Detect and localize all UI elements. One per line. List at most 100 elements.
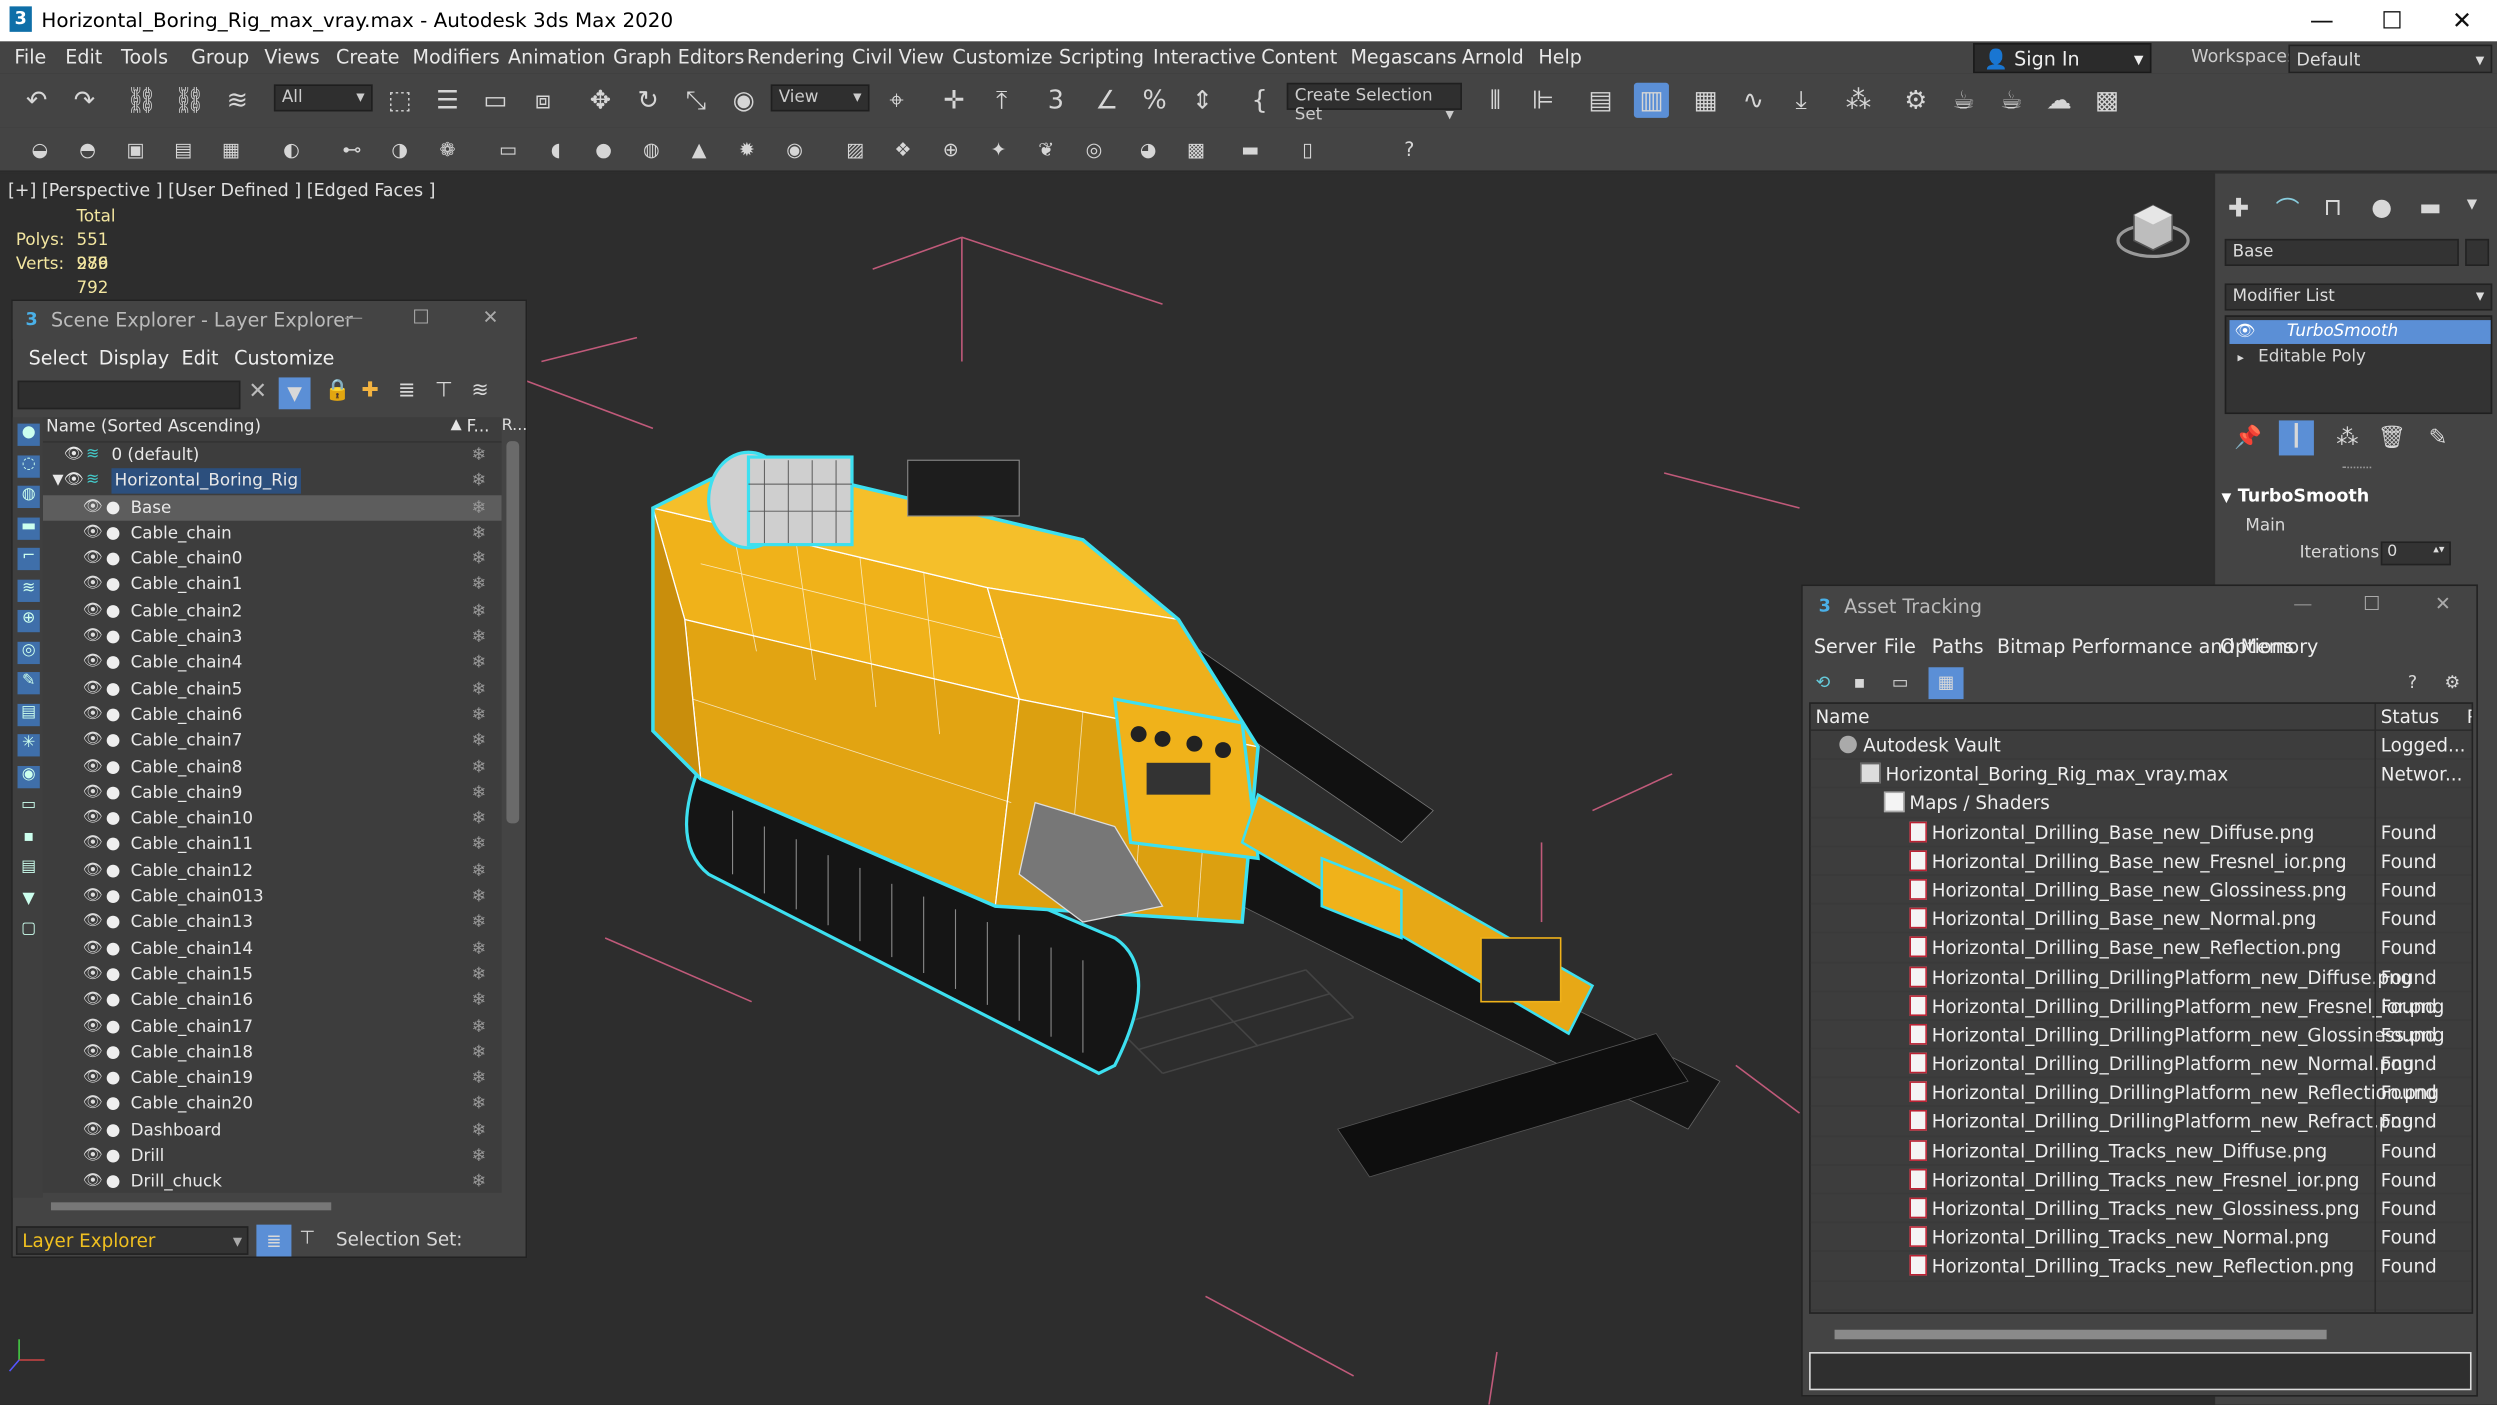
invert-display-icon[interactable]: ▤ (18, 858, 40, 880)
container-icon[interactable]: ▣ (121, 135, 150, 164)
edit-named-selection-icon[interactable]: { (1242, 83, 1277, 118)
layers-icon[interactable]: ≋ (471, 379, 488, 403)
column-r-header[interactable]: R... (502, 417, 528, 435)
iterations-spinner[interactable]: 0 ▴▾ (2380, 541, 2451, 566)
eye-icon[interactable]: 👁 (83, 1092, 103, 1117)
menu-tools[interactable]: Tools (121, 46, 168, 68)
spacewarp-icon[interactable]: ❖ (889, 135, 918, 164)
se-menu-customize[interactable]: Customize (234, 347, 334, 369)
geometry-filter-icon[interactable]: ● (17, 423, 40, 446)
eye-icon[interactable]: 👁 (83, 1040, 103, 1065)
eye-icon[interactable]: 👁 (83, 572, 103, 597)
asset-row[interactable]: Horizontal_Drilling_Tracks_new_Fresnel_i… (1810, 1165, 2472, 1195)
layer-list-item[interactable]: 👁 Cable_chain013 ❄ (43, 884, 502, 910)
align-icon[interactable]: ⊫ (1526, 83, 1561, 118)
table-view-icon[interactable]: ▦ (1928, 667, 1964, 700)
asset-status-field[interactable] (1809, 1352, 2472, 1391)
freeze-icon[interactable]: ❄ (471, 1014, 486, 1039)
rotate-icon[interactable]: ↻ (631, 83, 666, 118)
script-icon[interactable]: ▯ (1293, 135, 1322, 164)
modifier-list-dropdown[interactable]: Modifier List ▾ (2224, 283, 2493, 311)
hierarchy-toggle-icon[interactable]: ⊤ (299, 1226, 315, 1248)
clear-search-icon[interactable]: ✕ (248, 379, 267, 404)
eye-icon[interactable]: 👁 (83, 728, 103, 753)
layer-list-item[interactable]: 👁 Drill ❄ (43, 1143, 502, 1169)
material-icon[interactable]: ◕ (1134, 135, 1163, 164)
menu-file[interactable]: File (14, 46, 46, 68)
menu-views[interactable]: Views (264, 46, 319, 68)
select-object-icon[interactable]: ⬚ (382, 83, 417, 118)
render-in-cloud-icon[interactable]: ☁ (2042, 83, 2077, 118)
eye-icon[interactable]: 👁 (83, 832, 103, 857)
asset-row[interactable]: Maps / Shaders (1810, 789, 2472, 818)
filter-funnel-icon[interactable]: ▼ (18, 889, 40, 911)
layer-list-item[interactable]: 👁 Cable_chain12 ❄ (43, 858, 502, 884)
menu-rendering[interactable]: Rendering (747, 46, 845, 68)
layer-explorer-toggle-icon[interactable]: ▥ (1633, 82, 1669, 118)
window-crossing-icon[interactable]: ⧈ (526, 83, 561, 118)
eye-icon[interactable]: 👁 (83, 780, 103, 805)
freeze-icon[interactable]: ❄ (471, 1040, 486, 1065)
minimize-button[interactable]: — (344, 306, 363, 328)
eye-icon[interactable]: 👁 (83, 858, 103, 883)
spinner-snap-icon[interactable]: ⇕ (1185, 83, 1220, 118)
eye-icon[interactable]: 👁 (83, 754, 103, 779)
turbosmooth-rollout-header[interactable]: ▼ TurboSmooth (2222, 486, 2486, 515)
layer-stack-icon[interactable]: ≣ (398, 379, 415, 403)
layer-list-item[interactable]: 👁 Base ❄ (42, 494, 502, 521)
display-none-icon[interactable]: ▪ (18, 827, 40, 849)
freeze-icon[interactable]: ❄ (471, 676, 486, 701)
layer-list-item[interactable]: ▼ 👁 ≋ Horizontal_Boring_Rig ❄ (43, 468, 502, 495)
refresh-icon[interactable]: ⟲ (1815, 672, 1830, 693)
remove-modifier-icon[interactable]: 🗑 (2378, 425, 2406, 450)
xref-filter-icon[interactable]: ◎ (17, 640, 40, 664)
at-menu-options[interactable]: Options (2220, 635, 2294, 657)
viewcube-icon[interactable] (2116, 204, 2190, 258)
cloth-icon[interactable]: ◎ (1080, 135, 1109, 164)
menu-create[interactable]: Create (336, 46, 400, 68)
eye-icon[interactable]: 👁 (2234, 320, 2255, 344)
freeze-icon[interactable]: ❄ (471, 1066, 486, 1091)
utilities-tab-icon[interactable]: ▾ (2467, 193, 2477, 217)
maximize-button[interactable]: ☐ (2363, 592, 2380, 614)
mirror-icon[interactable]: ⫴ (1478, 83, 1513, 118)
layer-list-item[interactable]: 👁 Cable_chain20 ❄ (43, 1092, 502, 1118)
menu-animation[interactable]: Animation (508, 46, 605, 68)
layer-list-item[interactable]: 👁 Cable_chain15 ❄ (43, 962, 502, 988)
freeze-icon[interactable]: ❄ (471, 521, 486, 546)
layer-list-item[interactable]: 👁 Cable_chain6 ❄ (43, 702, 502, 728)
column-status-header[interactable]: Status (2381, 705, 2439, 727)
layer-list-item[interactable]: 👁 Cable_chain11 ❄ (43, 832, 502, 858)
collapse-icon[interactable]: ▼ (53, 469, 64, 494)
freeze-icon[interactable]: ❄ (471, 469, 486, 494)
reference-coordinate-dropdown[interactable]: View ▾ (770, 84, 870, 112)
percent-snap-icon[interactable]: % (1137, 83, 1172, 118)
configure-modifier-sets-icon[interactable]: ✎ (2429, 425, 2448, 450)
render-production-icon[interactable]: ☕ (1994, 83, 2029, 118)
systems-icon[interactable]: ⊕ (936, 135, 965, 164)
asset-row[interactable]: Horizontal_Boring_Rig_max_vray.max Networ… (1810, 760, 2472, 789)
layer-list-item[interactable]: 👁 Cable_chain14 ❄ (43, 936, 502, 962)
menu-modifiers[interactable]: Modifiers (412, 46, 499, 68)
object-name-field[interactable]: Base (2224, 238, 2459, 266)
pivot-center-icon[interactable]: ⌖ (879, 83, 914, 118)
eye-icon[interactable]: 👁 (83, 624, 103, 649)
detail-view-icon[interactable]: ▭ (1892, 672, 1909, 693)
asset-row[interactable]: Horizontal_Drilling_Base_new_Normal.png F… (1810, 905, 2472, 934)
menu-interactive[interactable]: Interactive (1153, 46, 1256, 68)
lighting-icon[interactable]: ◐ (277, 135, 306, 164)
schematic-view-icon[interactable]: ⤓ (1784, 83, 1819, 118)
menu-help[interactable]: Help (1538, 46, 1582, 68)
workspace-dropdown[interactable]: Default ▾ (2288, 44, 2493, 74)
object-color-swatch[interactable] (2465, 238, 2490, 266)
redo-icon[interactable]: ↷ (67, 83, 102, 118)
maximize-button[interactable]: ☐ (412, 306, 429, 328)
asset-row[interactable]: Horizontal_Drilling_Base_new_Diffuse.png… (1810, 818, 2472, 847)
layer-list-item[interactable]: 👁 Cable_chain13 ❄ (43, 910, 502, 936)
maximize-button[interactable]: ☐ (2357, 0, 2427, 41)
layers-toggle-icon[interactable]: ≣ (256, 1224, 292, 1257)
layer-list-item[interactable]: 👁 Cable_chain2 ❄ (43, 598, 502, 624)
rendered-frame-window-icon[interactable]: ☕ (1946, 83, 1981, 118)
freeze-icon[interactable]: ❄ (471, 547, 486, 572)
layer-list-item[interactable]: 👁 Cable_chain ❄ (43, 521, 502, 547)
